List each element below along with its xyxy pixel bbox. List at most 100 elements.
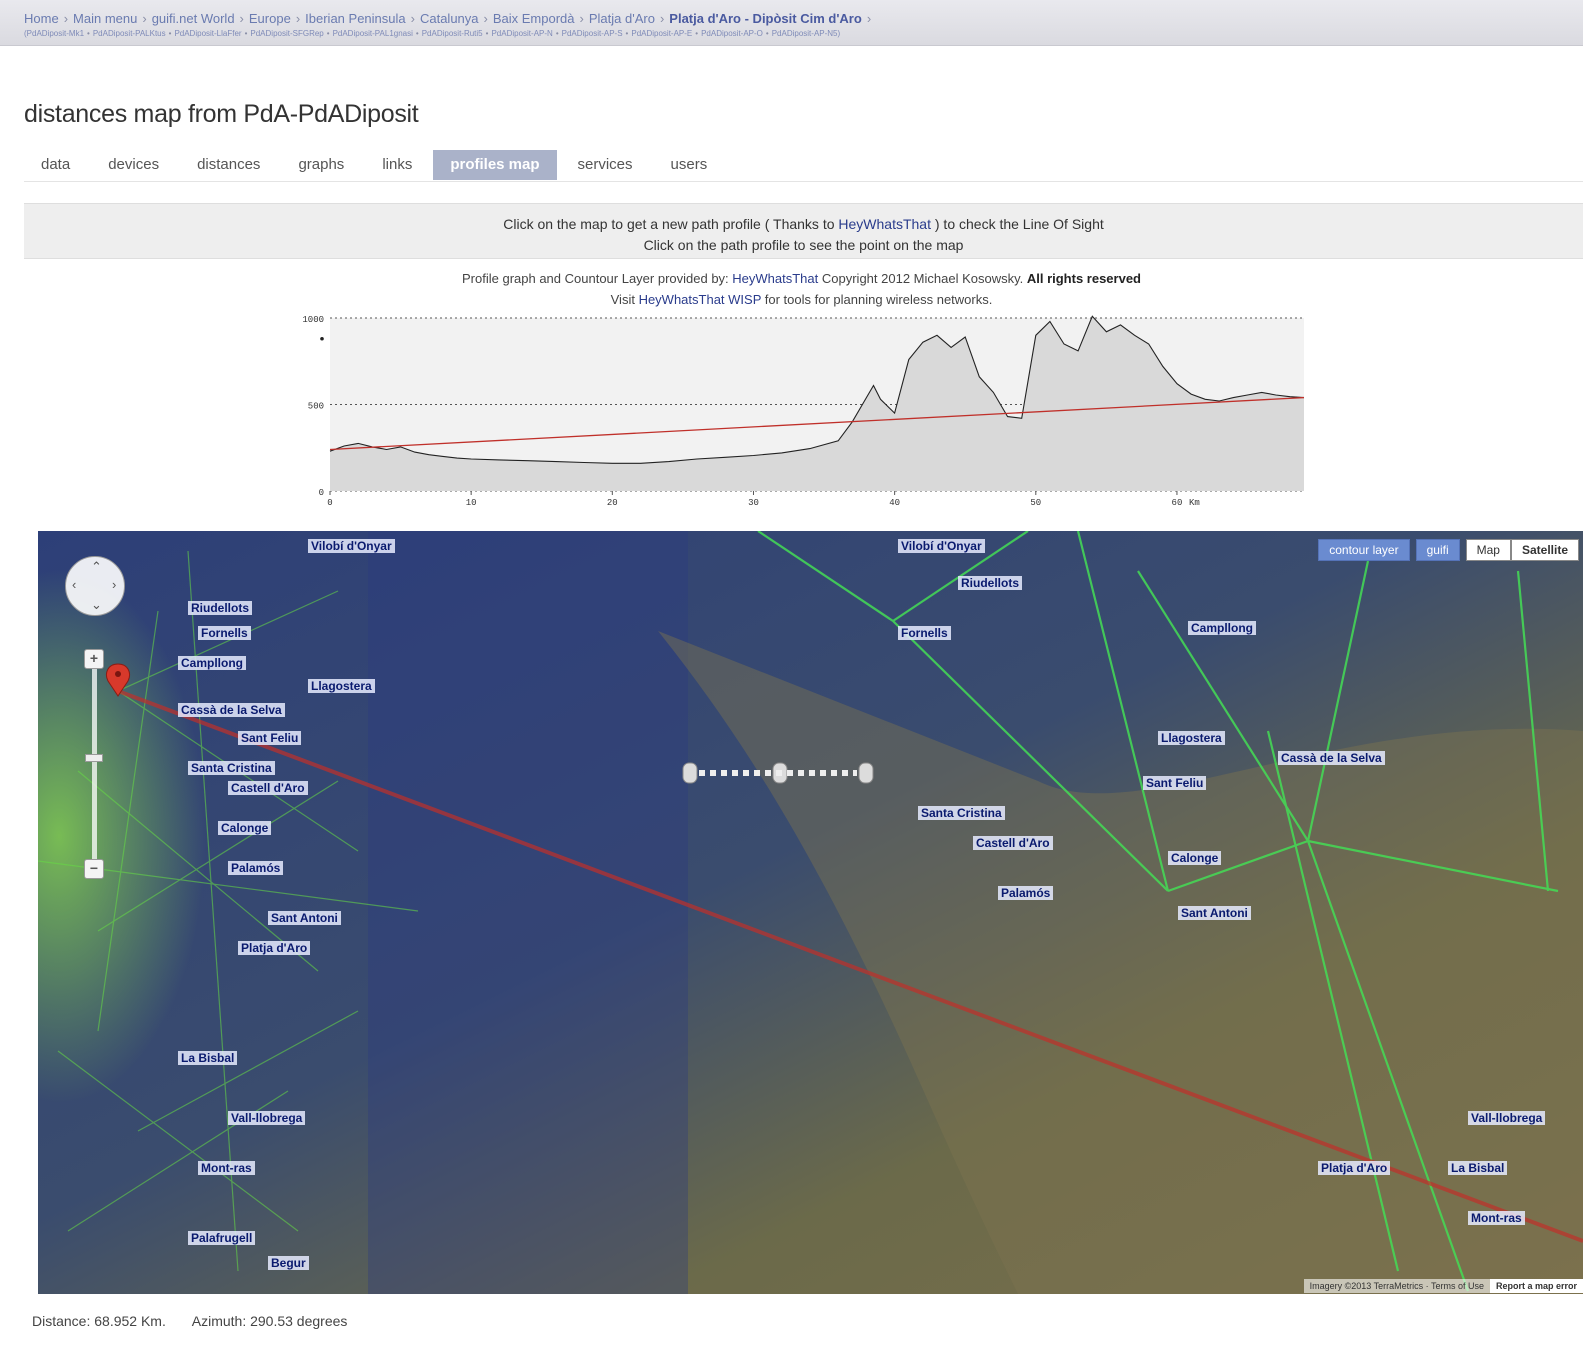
device-link[interactable]: PdADiposit-Mk1 [27,29,84,38]
pan-control[interactable]: ⌃ ⌄ ‹ › [65,556,125,616]
tab-services[interactable]: services [561,150,650,180]
map-node-label[interactable]: Santa Cristina [918,806,1005,820]
breadcrumb-link[interactable]: Baix Empordà [493,11,575,26]
device-link[interactable]: PdADiposit-AP-S [562,29,623,38]
device-link[interactable]: PdADiposit-PAL1gnasi [333,29,413,38]
tab-data[interactable]: data [24,150,87,180]
azimuth-readout: Azimuth: 290.53 degrees [191,1313,348,1329]
profile-credit: Profile graph and Countour Layer provide… [462,271,1141,307]
tab-graphs[interactable]: graphs [281,150,361,180]
breadcrumb-separator: › [239,11,244,26]
device-separator: • [244,29,248,38]
instruction-line-1: Click on the map to get a new path profi… [503,216,1104,232]
map-node-label[interactable]: Sant Antoni [1178,906,1251,920]
map-node-label[interactable]: Platja d'Aro [238,941,311,955]
device-link[interactable]: PdADiposit-AP-N [491,29,552,38]
tab-users[interactable]: users [654,150,725,180]
breadcrumb-link[interactable]: Europe [249,11,291,26]
pan-left-icon[interactable]: ‹ [72,577,76,592]
map-node-label[interactable]: Sant Antoni [268,911,341,925]
map-node-label[interactable]: Llagostera [1158,731,1225,745]
map-node-label[interactable]: Castell d'Aro [973,836,1053,850]
breadcrumb-link[interactable]: Platja d'Aro [589,11,655,26]
map-node-label[interactable]: Calonge [1168,851,1222,865]
satellite-map[interactable]: Vilobí d'Onyar Riudellots Fornells Campllon… [38,531,1583,1294]
device-separator: • [765,29,769,38]
heywhatsthat-credit-link[interactable]: HeyWhatsThat [732,271,818,286]
map-node-label[interactable]: Riudellots [958,576,1023,590]
heywhatsthat-wisp-link[interactable]: HeyWhatsThat WISP [639,292,762,307]
map-node-label[interactable]: Cassà de la Selva [1278,751,1385,765]
map-node-label[interactable]: La Bisbal [1448,1161,1508,1175]
device-separator: • [555,29,559,38]
profile-marker-dot [320,336,324,341]
map-node-label[interactable]: Campllong [1188,621,1256,635]
tab-distances[interactable]: distances [180,150,277,180]
map-node-label[interactable]: Campllong [178,656,246,670]
map-node-label[interactable]: Vilobí d'Onyar [308,539,395,553]
pan-down-icon[interactable]: ⌄ [91,597,102,613]
map-node-label[interactable]: Vall-llobrega [228,1111,306,1125]
device-link[interactable]: PdADiposit-PALKtus [93,29,166,38]
zoom-slider-handle[interactable] [85,754,103,762]
map-node-label[interactable]: Palafrugell [188,1231,256,1245]
tab-links[interactable]: links [365,150,429,180]
x-tick-label: 40 [889,498,900,508]
breadcrumb-link[interactable]: Home [24,11,59,26]
map-node-label[interactable]: Cassà de la Selva [178,703,285,717]
breadcrumb-separator: › [659,11,665,26]
breadcrumb-current[interactable]: Platja d'Aro - Dipòsit Cim d'Aro [669,11,862,26]
device-link[interactable]: PdADiposit-AP-E [631,29,692,38]
map-node-label[interactable]: Vall-llobrega [1468,1111,1546,1125]
device-link[interactable]: PdADiposit-LlaFfer [174,29,241,38]
map-footer: Imagery ©2013 TerraMetrics · Terms of Us… [1303,1278,1583,1294]
breadcrumb-link[interactable]: Iberian Peninsula [305,11,405,26]
heywhatsthat-link[interactable]: HeyWhatsThat [838,216,931,232]
tab-devices[interactable]: devices [91,150,176,180]
x-tick-label: 60 [1172,498,1183,508]
map-node-label[interactable]: La Bisbal [178,1051,238,1065]
map-node-label[interactable]: Sant Feliu [1143,776,1207,790]
x-tick-label: 0 [327,498,332,508]
breadcrumb-link[interactable]: Main menu [73,11,137,26]
map-node-label[interactable]: Riudellots [188,601,253,615]
map-node-label[interactable]: Palamós [998,886,1054,900]
map-node-label[interactable]: Palamós [228,861,284,875]
device-link[interactable]: PdADiposit-AP-N5 [772,29,838,38]
y-tick-label: 0 [319,488,324,498]
map-node-label[interactable]: Begur [268,1256,309,1270]
pan-right-icon[interactable]: › [112,577,116,592]
path-profile-chart[interactable]: 0 500 1000 0 10 20 30 40 50 60 Km [292,308,1312,513]
tab-profiles-map[interactable]: profiles map [433,149,557,180]
pan-up-icon[interactable]: ⌃ [91,559,102,575]
profile-instructions: Click on the map to get a new path profi… [24,203,1583,259]
map-node-label[interactable]: Sant Feliu [238,731,302,745]
map-node-label[interactable]: Llagostera [308,679,375,693]
map-node-label[interactable]: Calonge [218,821,272,835]
report-map-error-link[interactable]: Report a map error [1489,1279,1583,1293]
device-link[interactable]: PdADiposit-SFGRep [250,29,323,38]
map-node-label[interactable]: Vilobí d'Onyar [898,539,985,553]
map-node-label[interactable]: Fornells [198,626,251,640]
device-link[interactable]: PdADiposit-AP-O [701,29,763,38]
map-copyright[interactable]: Imagery ©2013 TerraMetrics · Terms of Us… [1303,1279,1490,1293]
x-tick-label: 50 [1030,498,1041,508]
map-node-label[interactable]: Fornells [898,626,951,640]
map-type-map-button[interactable]: Map [1465,539,1511,561]
contour-layer-button[interactable]: contour layer [1318,539,1410,561]
x-tick-label: 20 [607,498,618,508]
breadcrumb-link[interactable]: guifi.net World [152,11,235,26]
map-node-label[interactable]: Mont-ras [1468,1211,1525,1225]
zoom-slider-track[interactable] [92,656,97,871]
map-node-label[interactable]: Platja d'Aro [1318,1161,1391,1175]
guifi-layer-button[interactable]: guifi [1415,539,1460,561]
breadcrumb-link[interactable]: Catalunya [420,11,479,26]
device-link[interactable]: PdADiposit-Ruti5 [422,29,483,38]
map-type-satellite-button[interactable]: Satellite [1510,539,1579,561]
map-node-label[interactable]: Castell d'Aro [228,781,308,795]
zoom-in-button[interactable]: + [84,649,104,669]
map-node-label[interactable]: Santa Cristina [188,761,275,775]
zoom-out-button[interactable]: − [84,859,104,879]
map-node-label[interactable]: Mont-ras [198,1161,255,1175]
map-type-toggle: Map Satellite [1465,539,1579,561]
